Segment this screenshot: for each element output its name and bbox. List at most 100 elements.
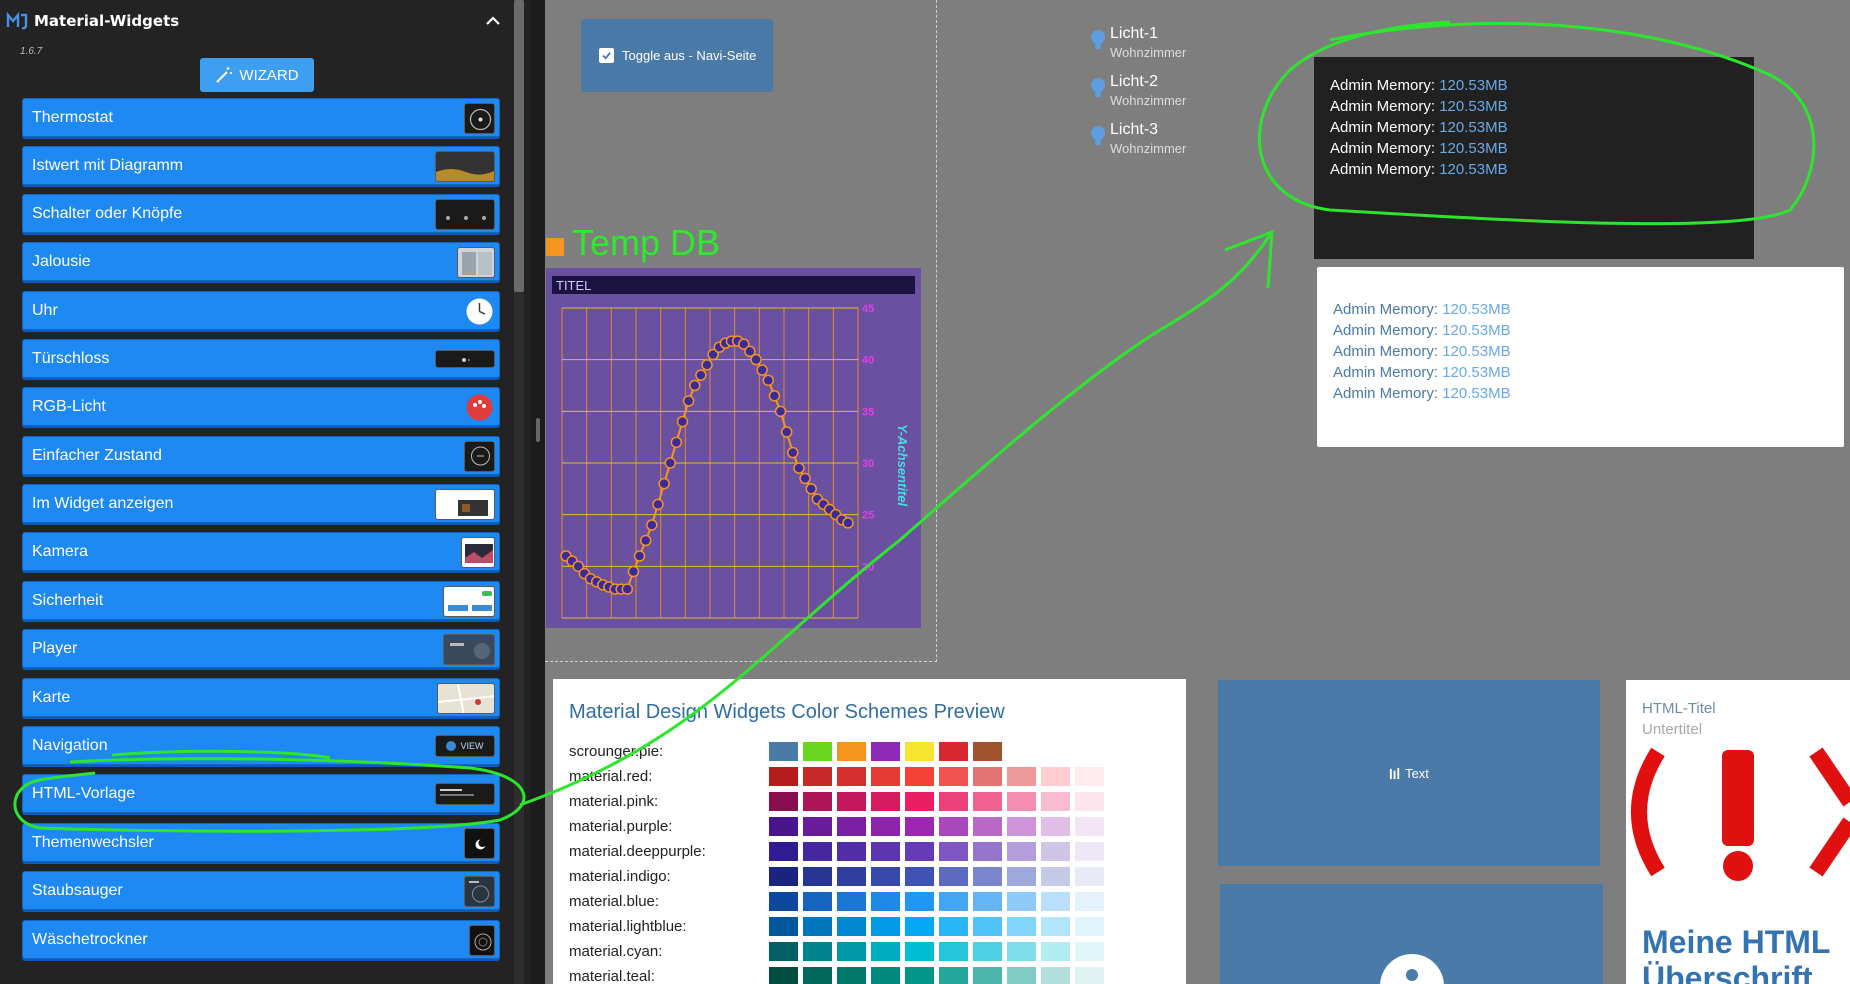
warning-icon	[1631, 747, 1850, 881]
sidebar-scrollbar-thumb[interactable]	[514, 0, 524, 292]
text-tile[interactable]: Text	[1218, 680, 1600, 866]
lightbulb-icon	[1091, 30, 1105, 49]
color-swatch	[769, 817, 798, 836]
widget-item-uhr[interactable]: Uhr	[22, 291, 500, 330]
wizard-button[interactable]: WIZARD	[200, 58, 314, 92]
html-card-heading: Meine HTML Überschrift	[1642, 924, 1830, 984]
color-swatch	[1041, 792, 1070, 811]
memory-row: Admin Memory: 120.53MB	[1333, 385, 1511, 402]
color-swatch	[905, 867, 934, 886]
color-swatch	[769, 917, 798, 936]
sidebar-header[interactable]: Material-Widgets	[4, 8, 509, 34]
widget-item-label: Istwert mit Diagramm	[32, 157, 184, 174]
widget-item-sicherheit[interactable]: Sicherheit	[22, 581, 500, 620]
color-scheme-name: material.lightblue:	[569, 918, 687, 935]
chart-data-point	[750, 353, 762, 366]
color-scheme-row: scrounger.pie:	[569, 741, 1169, 763]
color-swatch	[905, 967, 934, 984]
color-swatch	[803, 817, 832, 836]
switch-preview-icon	[435, 199, 495, 230]
light-name: Licht-2	[1110, 73, 1159, 90]
memory-row: Admin Memory: 120.53MB	[1330, 119, 1508, 136]
widget-item-label: Navigation	[32, 737, 108, 754]
light-item[interactable]: Licht-2 Wohnzimmer	[1090, 73, 1220, 113]
color-swatch	[871, 792, 900, 811]
widget-item-label: Schalter oder Knöpfe	[32, 205, 183, 222]
color-swatch	[1041, 867, 1070, 886]
panel-divider[interactable]	[530, 0, 545, 984]
light-room: Wohnzimmer	[1110, 93, 1187, 108]
color-swatch	[905, 742, 934, 761]
chart-y-tick-label: 35	[862, 406, 874, 418]
widget-item-label: Im Widget anzeigen	[32, 495, 174, 512]
color-swatch	[871, 892, 900, 911]
widget-item-waeschetrockner[interactable]: Wäschetrockner	[22, 920, 500, 959]
widget-item-navigation[interactable]: Navigation VIEW	[22, 726, 500, 765]
widget-item-label: RGB-Licht	[32, 398, 106, 415]
widget-item-schalter-oder-knoepfe[interactable]: Schalter oder Knöpfe	[22, 194, 500, 233]
memory-widget-light: Admin Memory: 120.53MB Admin Memory: 120…	[1317, 267, 1844, 447]
color-swatch	[939, 742, 968, 761]
color-scheme-row: material.indigo:	[569, 866, 1169, 888]
chart-y-tick-label: 40	[862, 355, 874, 367]
color-swatch	[837, 917, 866, 936]
chart-inner-title: TITEL	[556, 278, 591, 293]
chevron-up-icon[interactable]	[483, 12, 503, 30]
chart-data-point	[676, 415, 689, 428]
toggle-navi-button[interactable]: Toggle aus - Navi-Seite	[581, 19, 773, 92]
memory-row: Admin Memory: 120.53MB	[1333, 301, 1511, 318]
widget-item-im-widget-anzeigen[interactable]: Im Widget anzeigen	[22, 484, 500, 523]
memory-widget-dark: Admin Memory: 120.53MB Admin Memory: 120…	[1314, 57, 1754, 259]
light-item[interactable]: Licht-1 Wohnzimmer	[1090, 25, 1220, 65]
chart-y-tick-label: 25	[862, 510, 874, 522]
color-swatch	[1041, 817, 1070, 836]
html-template-preview-icon	[435, 783, 495, 805]
widget-item-kamera[interactable]: Kamera	[22, 532, 500, 571]
widget-item-player[interactable]: Player	[22, 629, 500, 668]
chart-data-point	[774, 405, 787, 418]
resize-handle[interactable]	[536, 418, 540, 442]
color-scheme-name: scrounger.pie:	[569, 743, 664, 760]
color-scheme-row: material.red:	[569, 766, 1169, 788]
color-swatch	[1041, 842, 1070, 861]
checkbox-checked-icon	[599, 48, 614, 63]
memory-row: Admin Memory: 120.53MB	[1333, 343, 1511, 360]
chart-data-point	[780, 426, 793, 438]
color-swatch	[939, 917, 968, 936]
chart-data-point	[658, 477, 670, 490]
widget-item-staubsauger[interactable]: Staubsauger	[22, 871, 500, 910]
state-preview-icon	[464, 441, 495, 472]
chart-y-tick-label: 30	[862, 458, 874, 470]
widget-item-themenwechsler[interactable]: Themenwechsler	[22, 823, 500, 862]
widget-item-rgb-licht[interactable]: RGB-Licht	[22, 387, 500, 426]
color-swatch	[1007, 942, 1036, 961]
color-swatch	[769, 742, 798, 761]
color-swatch	[973, 867, 1002, 886]
widget-item-einfacher-zustand[interactable]: Einfacher Zustand	[22, 436, 500, 475]
widget-item-label: HTML-Vorlage	[32, 785, 136, 802]
color-swatch	[1075, 842, 1104, 861]
color-swatch	[803, 967, 832, 984]
widget-item-tuerschloss[interactable]: Türschloss	[22, 339, 500, 378]
light-item[interactable]: Licht-3 Wohnzimmer	[1090, 121, 1220, 161]
person-tile[interactable]	[1220, 884, 1603, 984]
color-swatch	[1007, 867, 1036, 886]
text-tile-label: Text	[1405, 765, 1429, 781]
color-swatch	[973, 917, 1002, 936]
color-swatch	[973, 767, 1002, 786]
widget-item-karte[interactable]: Karte	[22, 678, 500, 717]
color-swatch	[1007, 817, 1036, 836]
widget-item-istwert-mit-diagramm[interactable]: Istwert mit Diagramm	[22, 146, 500, 185]
chart-data-point	[793, 462, 805, 474]
chart-data-point	[762, 374, 775, 387]
chart-y-tick-label: 45	[862, 303, 874, 315]
color-swatch	[939, 967, 968, 984]
temp-chart[interactable]: TITEL 20 25 30 35 40 45 Y-Achsentitel	[546, 268, 921, 628]
widget-item-html-vorlage[interactable]: HTML-Vorlage	[22, 774, 500, 813]
color-swatch	[1041, 767, 1070, 786]
color-swatch	[837, 942, 866, 961]
color-swatch	[871, 867, 900, 886]
widget-item-jalousie[interactable]: Jalousie	[22, 242, 500, 281]
color-scheme-name: material.teal:	[569, 968, 655, 984]
widget-item-thermostat[interactable]: Thermostat	[22, 98, 500, 137]
